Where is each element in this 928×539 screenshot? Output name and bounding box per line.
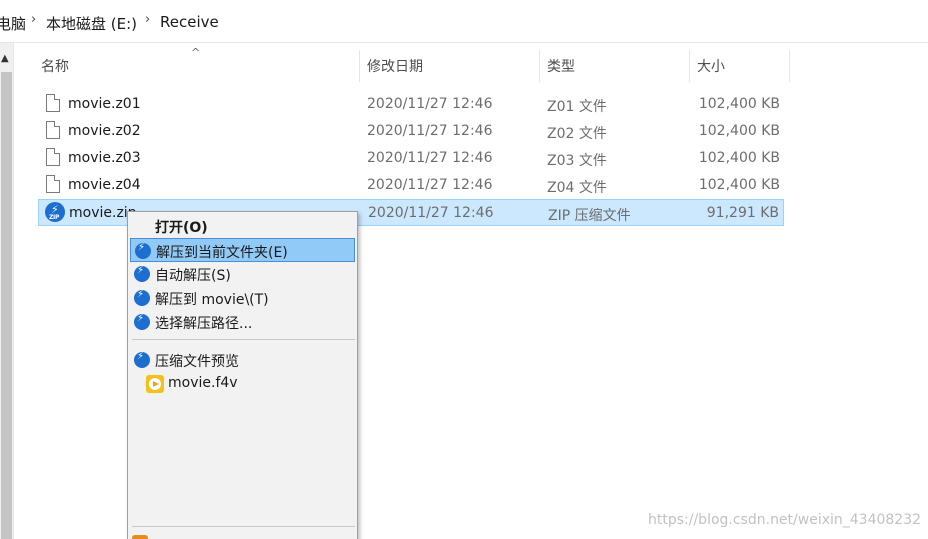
bandizip-icon (134, 351, 150, 368)
file-icon (46, 148, 60, 166)
bandizip-icon (135, 242, 151, 259)
bandizip-zip-icon: ⚡ ZIP (45, 202, 65, 222)
chevron-right-icon[interactable]: › (145, 12, 150, 27)
file-type: Z01 文件 (547, 99, 607, 115)
column-header-name[interactable]: 名称 (41, 50, 359, 82)
breadcrumb-item-computer[interactable]: 电脑 (0, 13, 26, 34)
file-size: 102,400 KB (698, 150, 780, 166)
file-icon (46, 175, 60, 193)
column-divider[interactable] (359, 50, 360, 82)
app-icon (132, 535, 148, 539)
file-row[interactable]: movie.z04 2020/11/27 12:46 Z04 文件 102,40… (38, 172, 784, 199)
nav-pane-scrollbar[interactable]: ▲ (0, 43, 14, 539)
file-row[interactable]: movie.z03 2020/11/27 12:46 Z03 文件 102,40… (38, 145, 784, 172)
chevron-right-icon[interactable]: › (31, 12, 36, 27)
menu-item-extract-here[interactable]: 解压到当前文件夹(E) (130, 238, 355, 262)
breadcrumb-item-folder[interactable]: Receive (160, 13, 219, 31)
watermark: https://blog.csdn.net/weixin_43408232 (648, 512, 922, 528)
menu-item-label: 自动解压(S) (155, 268, 231, 284)
file-date: 2020/11/27 12:46 (367, 96, 493, 112)
file-name: movie.z04 (68, 177, 141, 193)
menu-item-label: 打开(O) (155, 220, 208, 236)
column-header-date[interactable]: 修改日期 (367, 50, 537, 82)
file-icon (46, 121, 60, 139)
file-name: movie.z02 (68, 123, 141, 139)
scrollbar-thumb[interactable] (1, 72, 12, 539)
bandizip-icon (134, 289, 150, 306)
file-type: Z02 文件 (547, 126, 607, 142)
bandizip-icon (134, 313, 150, 330)
file-date: 2020/11/27 12:46 (367, 150, 493, 166)
file-size: 91,291 KB (706, 205, 779, 221)
menu-item-choose-path[interactable]: 选择解压路径... (130, 310, 355, 334)
column-divider[interactable] (789, 50, 790, 82)
file-row[interactable]: movie.z01 2020/11/27 12:46 Z01 文件 102,40… (38, 91, 784, 118)
menu-separator (132, 526, 355, 527)
menu-item-open[interactable]: 打开(O) (130, 214, 355, 238)
context-menu: 打开(O) 解压到当前文件夹(E) 自动解压(S) 解压到 movie\(T) … (127, 211, 358, 539)
file-size: 102,400 KB (698, 123, 780, 139)
column-header-type[interactable]: 类型 (547, 50, 688, 82)
file-date: 2020/11/27 12:46 (367, 177, 493, 193)
column-divider[interactable] (539, 50, 540, 82)
file-icon (46, 94, 60, 112)
menu-item-preview-archive[interactable]: 压缩文件预览 (130, 348, 355, 372)
file-type: Z04 文件 (547, 180, 607, 196)
column-divider[interactable] (689, 50, 690, 82)
menu-item-preview-file[interactable]: movie.f4v (130, 372, 355, 396)
file-size: 102,400 KB (698, 177, 780, 193)
file-name: movie.z01 (68, 96, 141, 112)
menu-item-label: 压缩文件预览 (155, 354, 239, 370)
breadcrumb-item-drive[interactable]: 本地磁盘 (E:) (46, 13, 137, 34)
file-type: Z03 文件 (547, 153, 607, 169)
menu-item-label: 选择解压路径... (155, 316, 253, 332)
file-size: 102,400 KB (698, 96, 780, 112)
file-row[interactable]: movie.z02 2020/11/27 12:46 Z02 文件 102,40… (38, 118, 784, 145)
file-date: 2020/11/27 12:46 (367, 123, 493, 139)
column-header-size[interactable]: 大小 (697, 50, 787, 82)
breadcrumb: 电脑 › 本地磁盘 (E:) › Receive (0, 0, 928, 43)
menu-item-label: 解压到当前文件夹(E) (156, 245, 288, 261)
menu-item-extract-to-folder[interactable]: 解压到 movie\(T) (130, 286, 355, 310)
file-name: movie.z03 (68, 150, 141, 166)
file-date: 2020/11/27 12:46 (368, 205, 494, 221)
menu-item-label: movie.f4v (168, 375, 238, 391)
file-type: ZIP 压缩文件 (548, 208, 631, 224)
menu-separator (132, 339, 355, 340)
bandizip-icon (134, 265, 150, 282)
video-play-icon (146, 375, 164, 393)
menu-item-label: 解压到 movie\(T) (155, 292, 269, 308)
scroll-up-arrow-icon[interactable]: ▲ (1, 53, 9, 64)
menu-item-auto-extract[interactable]: 自动解压(S) (130, 262, 355, 286)
